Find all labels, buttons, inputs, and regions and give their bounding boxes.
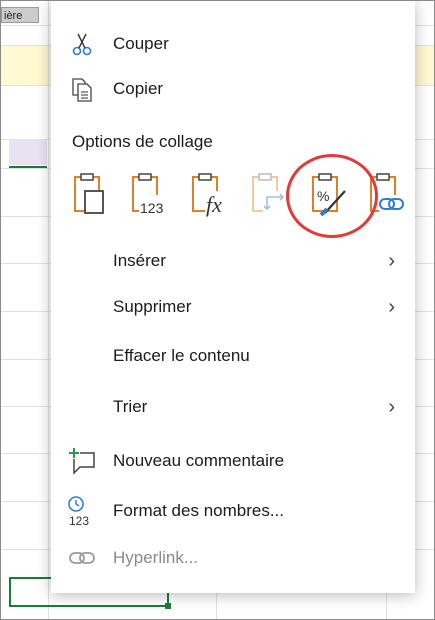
menu-item-label: Trier [113, 397, 148, 416]
paste-button[interactable] [65, 169, 113, 223]
menu-item-new-comment[interactable]: Nouveau commentaire [51, 441, 415, 481]
menu-item-label: Nouveau commentaire [113, 451, 285, 470]
menu-item-label: Hyperlink... [113, 548, 199, 567]
paste-values-icon: 123 [127, 171, 171, 222]
menu-item-clear-contents[interactable]: Effacer le contenu [51, 336, 415, 376]
svg-text:123: 123 [140, 200, 164, 216]
paste-icon [69, 171, 109, 222]
column-header-cell[interactable]: ière [1, 7, 39, 23]
menu-item-label: Supprimer [113, 297, 192, 316]
menu-item-label: Couper [113, 34, 169, 53]
menu-item-label: Effacer le contenu [113, 346, 250, 365]
chevron-right-icon: › [388, 295, 395, 318]
paste-transpose-icon [247, 171, 291, 222]
context-menu: Couper Copier Options de collage 123 fx … [51, 1, 415, 593]
link-icon [65, 541, 99, 575]
chevron-right-icon: › [388, 249, 395, 272]
scissors-icon [65, 27, 99, 61]
cell-shaded[interactable] [9, 139, 47, 165]
menu-item-hyperlink[interactable]: Hyperlink... [51, 538, 415, 578]
svg-text:123: 123 [69, 514, 89, 528]
paste-formulas-icon: fx [187, 171, 231, 222]
menu-item-copy[interactable]: Copier [51, 69, 415, 109]
menu-item-label: Format des nombres... [113, 501, 285, 520]
chevron-right-icon: › [388, 395, 395, 418]
paste-formulas-button[interactable]: fx [185, 169, 233, 223]
screenshot-frame: ière Couper Copier Options de collage 12… [0, 0, 435, 620]
menu-item-label: Insérer [113, 251, 166, 270]
cell-border-green [9, 166, 47, 168]
number-format-icon: 123 [65, 494, 99, 528]
svg-text:fx: fx [206, 192, 222, 217]
paste-options-title: Options de collage [72, 132, 213, 151]
menu-item-delete[interactable]: Supprimer › [51, 287, 415, 327]
menu-item-number-format[interactable]: 123 Format des nombres... [51, 491, 415, 531]
menu-item-label: Copier [113, 79, 164, 98]
menu-item-sort[interactable]: Trier › [51, 387, 415, 427]
copy-icon [65, 72, 99, 106]
new-comment-icon [65, 444, 99, 478]
menu-item-insert[interactable]: Insérer › [51, 241, 415, 281]
menu-item-cut[interactable]: Couper [51, 24, 415, 64]
grid-line [48, 1, 49, 619]
fill-handle[interactable] [165, 603, 171, 609]
highlight-circle [286, 154, 378, 238]
paste-values-button[interactable]: 123 [125, 169, 173, 223]
